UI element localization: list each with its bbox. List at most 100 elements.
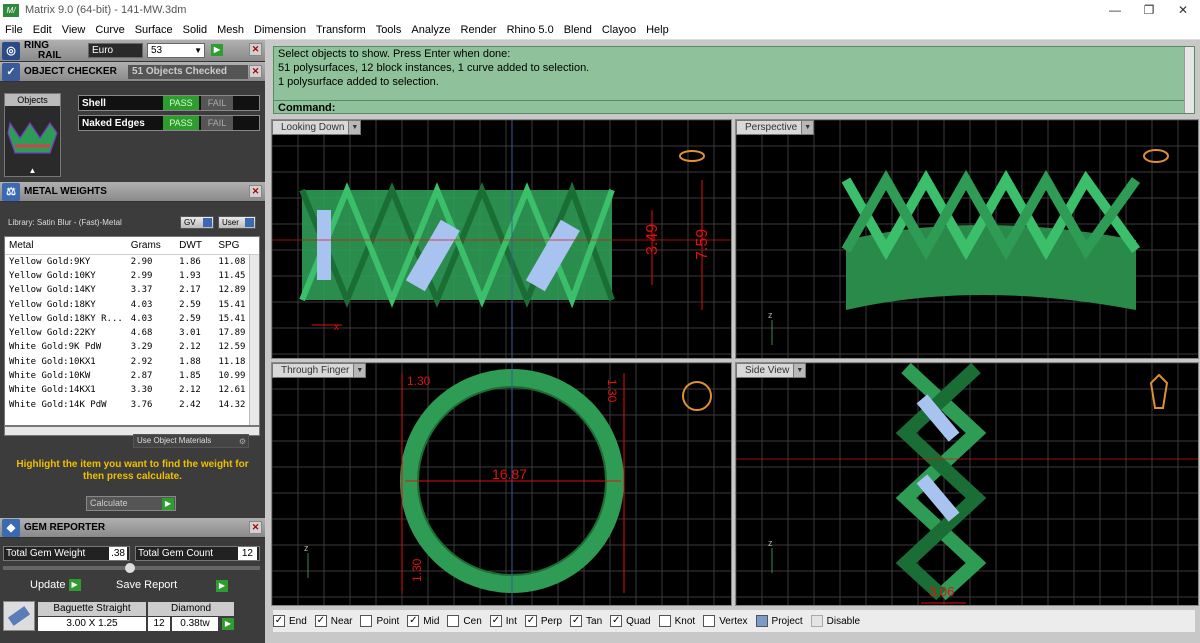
metal-name: White Gold:10KX1	[9, 356, 96, 367]
chevron-down-icon[interactable]: ▼	[348, 121, 361, 134]
checkbox-icon[interactable]	[360, 615, 373, 627]
update-button[interactable]: Update ▶	[30, 579, 98, 592]
menu-solid[interactable]: Solid	[178, 24, 212, 36]
checkbox-icon[interactable]: ✓	[524, 615, 537, 627]
viewport-label-side-view[interactable]: Side View ▼	[736, 363, 807, 378]
checkbox-icon[interactable]	[703, 615, 716, 627]
table-row[interactable]: Yellow Gold:10KY 2.99 1.93 11.45	[5, 269, 259, 283]
menu-blend[interactable]: Blend	[559, 24, 597, 36]
osnap-project[interactable]: Project	[755, 615, 803, 627]
osnap-near[interactable]: ✓ Near	[314, 615, 353, 627]
checkbox-icon[interactable]: ✓	[314, 615, 327, 627]
gem-apply-button[interactable]: ▶	[222, 618, 234, 630]
table-row[interactable]: Yellow Gold:18KY 4.03 2.59 15.41	[5, 297, 259, 311]
menu-tools[interactable]: Tools	[371, 24, 407, 36]
osnap-label: Near	[330, 615, 353, 627]
table-row[interactable]: Yellow Gold:18KY R... 4.03 2.59 15.41	[5, 312, 259, 326]
chevron-down-icon[interactable]: ▼	[793, 364, 806, 377]
objects-thumbnail-box[interactable]: Objects ▲	[4, 93, 61, 177]
col-dwt[interactable]: DWT	[175, 237, 215, 255]
close-button[interactable]: ✕	[1166, 0, 1200, 20]
menu-help[interactable]: Help	[641, 24, 674, 36]
chevron-down-icon[interactable]: ▼	[353, 364, 366, 377]
menu-edit[interactable]: Edit	[28, 24, 57, 36]
chevron-down-icon[interactable]: ▼	[801, 121, 814, 134]
menu-dimension[interactable]: Dimension	[249, 24, 311, 36]
osnap-point[interactable]: Point	[360, 615, 399, 627]
table-scrollbar[interactable]	[249, 255, 259, 425]
menu-render[interactable]: Render	[456, 24, 502, 36]
dwt-value: 2.12	[179, 342, 201, 353]
viewport-through-finger[interactable]: 16.87 1.30 1.30 1.30 z Through Finger ▼	[271, 362, 732, 606]
col-metal[interactable]: Metal	[5, 237, 127, 255]
checkbox-icon[interactable]: ✓	[610, 615, 623, 627]
checkbox-icon[interactable]	[755, 615, 768, 627]
osnap-mid[interactable]: ✓ Mid	[407, 615, 439, 627]
scroll-up-icon[interactable]: ▲	[5, 166, 60, 175]
table-row[interactable]: White Gold:14K PdW 3.76 2.42 14.32	[5, 397, 259, 411]
save-report-button[interactable]: Save Report ▶	[116, 579, 228, 592]
close-icon[interactable]: ✕	[249, 185, 262, 198]
command-scrollbar[interactable]	[1184, 47, 1194, 113]
osnap-end[interactable]: ✓ End	[273, 615, 307, 627]
weight-hint: Highlight the item you want to find the …	[16, 459, 249, 482]
checkbox-icon[interactable]: ✓	[407, 615, 420, 627]
table-row[interactable]: Yellow Gold:9KY 2.90 1.86 11.08	[5, 255, 259, 269]
gv-toggle[interactable]: GV	[180, 216, 214, 229]
osnap-int[interactable]: ✓ Int	[489, 615, 517, 627]
table-row[interactable]: White Gold:10KW 2.87 1.85 10.99	[5, 369, 259, 383]
col-spg[interactable]: SPG	[214, 237, 259, 255]
menu-curve[interactable]: Curve	[90, 24, 129, 36]
menu-view[interactable]: View	[57, 24, 91, 36]
table-row[interactable]: White Gold:10KX1 2.92 1.88 11.18	[5, 355, 259, 369]
grams-value: 3.29	[130, 342, 153, 353]
checkbox-icon[interactable]: ✓	[273, 615, 285, 627]
osnap-vertex[interactable]: Vertex	[703, 615, 748, 627]
checkbox-icon[interactable]	[810, 615, 823, 627]
gem-reporter-header: ◆ GEM REPORTER ✕	[0, 518, 265, 538]
command-prompt[interactable]: Command:	[274, 100, 1186, 115]
menu-file[interactable]: File	[0, 24, 28, 36]
viewport-side-view[interactable]: 3.06 z Side View ▼	[735, 362, 1199, 606]
maximize-button[interactable]: ❐	[1132, 0, 1166, 20]
close-icon[interactable]: ✕	[249, 43, 262, 56]
menu-mesh[interactable]: Mesh	[212, 24, 249, 36]
menu-analyze[interactable]: Analyze	[406, 24, 455, 36]
osnap-cen[interactable]: Cen	[447, 615, 482, 627]
menu-transform[interactable]: Transform	[311, 24, 371, 36]
table-row[interactable]: Yellow Gold:22KY 4.68 3.01 17.89	[5, 326, 259, 340]
ring-size-select[interactable]: 53 ▼	[147, 43, 205, 58]
viewport-perspective[interactable]: z Perspective ▼	[735, 119, 1199, 359]
table-row[interactable]: White Gold:9K PdW 3.29 2.12 12.59	[5, 340, 259, 354]
viewport-label-through-finger[interactable]: Through Finger ▼	[272, 363, 367, 378]
close-icon[interactable]: ✕	[249, 521, 262, 534]
osnap-tan[interactable]: ✓ Tan	[570, 615, 602, 627]
size-system-field[interactable]: Euro	[88, 43, 143, 58]
col-grams[interactable]: Grams	[126, 237, 176, 255]
gem-slider[interactable]	[3, 563, 260, 573]
menu-clayoo[interactable]: Clayoo	[597, 24, 641, 36]
close-icon[interactable]: ✕	[249, 65, 262, 78]
table-row[interactable]: White Gold:14KX1 3.30 2.12 12.61	[5, 383, 259, 397]
osnap-quad[interactable]: ✓ Quad	[610, 615, 651, 627]
slider-handle[interactable]	[125, 563, 135, 573]
menu-surface[interactable]: Surface	[130, 24, 178, 36]
checkbox-icon[interactable]: ✓	[489, 615, 502, 627]
osnap-perp[interactable]: ✓ Perp	[524, 615, 562, 627]
table-row[interactable]: Yellow Gold:14KY 3.37 2.17 12.89	[5, 283, 259, 297]
viewport-looking-down[interactable]: 3.49 7.59 x Looking Down ▼	[271, 119, 732, 359]
menu-rhino[interactable]: Rhino 5.0	[502, 24, 559, 36]
use-object-materials-toggle[interactable]: Use Object Materials ⚙	[133, 434, 249, 448]
checkbox-icon[interactable]: ✓	[570, 615, 583, 627]
viewport-label-perspective[interactable]: Perspective ▼	[736, 120, 815, 135]
apply-size-button[interactable]: ▶	[211, 44, 223, 56]
osnap-disable[interactable]: Disable	[810, 615, 860, 627]
checkbox-icon[interactable]	[447, 615, 460, 627]
metal-library-label: Library: Satin Blur - (Fast)-Metal	[8, 218, 122, 227]
osnap-knot[interactable]: Knot	[658, 615, 695, 627]
viewport-label-looking-down[interactable]: Looking Down ▼	[272, 120, 362, 135]
user-toggle[interactable]: User	[218, 216, 256, 229]
checkbox-icon[interactable]	[658, 615, 671, 627]
calculate-button[interactable]: Calculate ▶	[86, 496, 176, 511]
minimize-button[interactable]: —	[1098, 0, 1132, 20]
